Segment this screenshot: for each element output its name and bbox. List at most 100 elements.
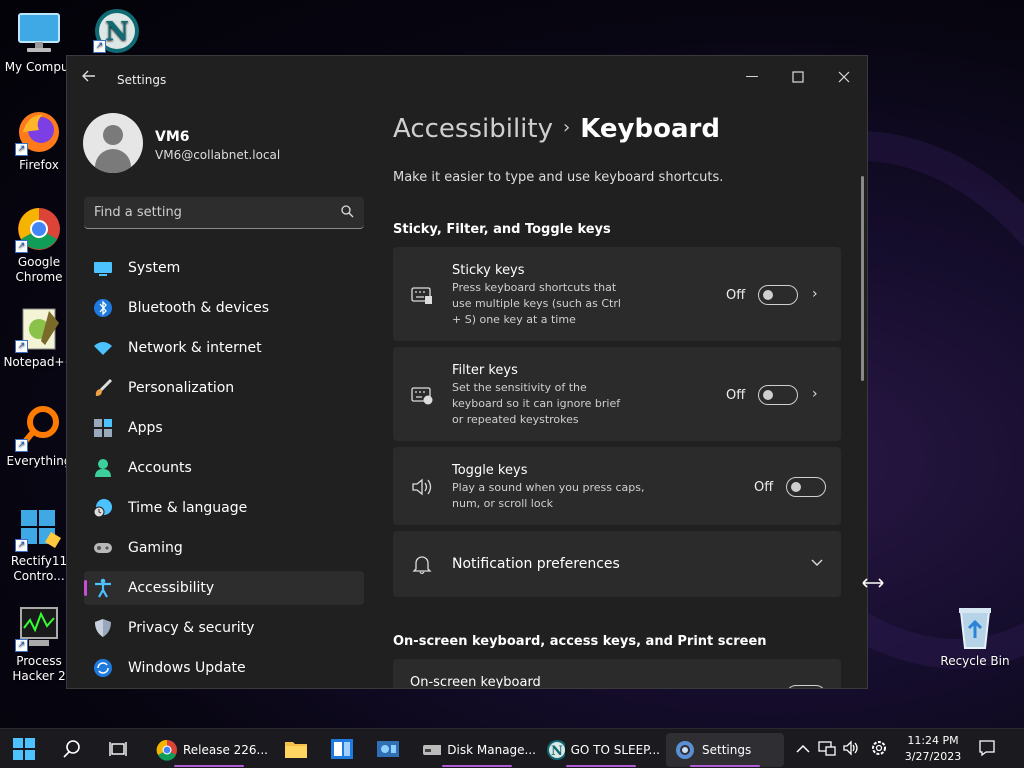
svg-text:N: N bbox=[551, 744, 563, 759]
sidebar-item-privacy[interactable]: Privacy & security bbox=[84, 611, 364, 645]
desktop-icon-label: Recycle Bin bbox=[940, 654, 1010, 668]
filter-keys-toggle[interactable] bbox=[758, 385, 798, 405]
chevron-up-icon[interactable] bbox=[796, 739, 814, 757]
remote-desktop-icon bbox=[377, 741, 399, 757]
toggle-keys-title: Toggle keys bbox=[452, 463, 528, 478]
network-icon[interactable] bbox=[818, 739, 836, 757]
section-heading: On-screen keyboard, access keys, and Pri… bbox=[393, 634, 767, 649]
search-input[interactable] bbox=[84, 197, 324, 227]
desktop-icon-recycle-bin[interactable]: Recycle Bin bbox=[936, 604, 1014, 669]
taskbar-app-blue[interactable] bbox=[326, 733, 358, 765]
disk-management-icon bbox=[423, 745, 442, 755]
filter-keys-card[interactable]: Filter keys Set the sensitivity of the k… bbox=[393, 347, 841, 441]
search-icon[interactable] bbox=[341, 205, 354, 218]
shield-icon bbox=[93, 618, 113, 638]
sidebar-item-windows-update[interactable]: Windows Update bbox=[84, 651, 364, 685]
breadcrumb-parent[interactable]: Accessibility bbox=[393, 114, 553, 144]
sidebar-item-apps[interactable]: Apps bbox=[84, 411, 364, 445]
process-hacker-icon: ↗ bbox=[15, 604, 63, 652]
sidebar-item-label: Privacy & security bbox=[128, 620, 255, 636]
sidebar-item-system[interactable]: System bbox=[84, 251, 364, 285]
firefox-icon: ↗ bbox=[15, 108, 63, 156]
sidebar-item-accounts[interactable]: Accounts bbox=[84, 451, 364, 485]
settings-window: Settings — VM6 VM6@collabnet.local Syste… bbox=[66, 55, 868, 689]
notification-preferences-card[interactable]: Notification preferences bbox=[393, 531, 841, 597]
filter-keys-state: Off bbox=[726, 388, 746, 403]
avatar[interactable] bbox=[83, 113, 143, 173]
onscreen-keyboard-card[interactable]: On-screen keyboard bbox=[393, 659, 841, 689]
toggle-keys-toggle[interactable] bbox=[786, 477, 826, 497]
sticky-keys-toggle[interactable] bbox=[758, 285, 798, 305]
sticky-keys-icon bbox=[411, 287, 432, 304]
sidebar-item-label: Time & language bbox=[128, 500, 248, 516]
taskbar-app-label: Settings bbox=[702, 743, 752, 757]
start-button[interactable] bbox=[6, 733, 42, 765]
gamepad-icon bbox=[93, 538, 113, 558]
wifi-icon bbox=[93, 338, 113, 358]
sidebar-nav: System Bluetooth & devices Network & int… bbox=[84, 251, 364, 688]
toggle-keys-card[interactable]: Toggle keys Play a sound when you press … bbox=[393, 447, 841, 525]
taskbar-app-file-explorer[interactable] bbox=[280, 733, 312, 765]
sidebar-item-label: Network & internet bbox=[128, 340, 262, 356]
search-icon bbox=[63, 740, 80, 758]
folder-icon bbox=[285, 742, 307, 758]
system-clock[interactable]: 11:24 PM 3/27/2023 bbox=[898, 733, 968, 765]
search-box bbox=[84, 197, 364, 229]
breadcrumb: Accessibility › Keyboard bbox=[393, 114, 720, 144]
toggle-keys-state: Off bbox=[754, 480, 774, 495]
task-view-button[interactable] bbox=[100, 733, 136, 765]
page-subtitle: Make it easier to type and use keyboard … bbox=[393, 170, 724, 185]
sticky-keys-state: Off bbox=[726, 288, 746, 303]
onscreen-keyboard-toggle[interactable] bbox=[786, 685, 826, 688]
rectify11-icon: ↗ bbox=[15, 504, 63, 552]
recycle-bin-icon bbox=[951, 604, 999, 652]
system-icon bbox=[93, 258, 113, 278]
onscreen-keyboard-title: On-screen keyboard bbox=[410, 675, 541, 689]
sidebar-item-label: Accessibility bbox=[128, 580, 215, 596]
sidebar-item-accessibility[interactable]: Accessibility bbox=[84, 571, 364, 605]
apps-icon bbox=[93, 418, 113, 438]
task-view-icon bbox=[109, 742, 127, 756]
sidebar-item-time-language[interactable]: Time & language bbox=[84, 491, 364, 525]
sidebar-item-bluetooth[interactable]: Bluetooth & devices bbox=[84, 291, 364, 325]
taskbar-app-settings[interactable]: Settings bbox=[666, 733, 784, 767]
scrollbar[interactable] bbox=[861, 176, 864, 381]
taskbar-app-chrome[interactable]: Release 226... bbox=[150, 733, 268, 767]
sidebar-item-network[interactable]: Network & internet bbox=[84, 331, 364, 365]
update-icon bbox=[93, 658, 113, 678]
sticky-keys-desc: Press keyboard shortcuts that use multip… bbox=[452, 281, 621, 326]
taskbar-app-disk-management[interactable]: Disk Manage... bbox=[418, 733, 536, 767]
netscape-icon: N bbox=[547, 740, 565, 760]
sidebar-item-gaming[interactable]: Gaming bbox=[84, 531, 364, 565]
page-title: Keyboard bbox=[580, 114, 720, 144]
back-button[interactable] bbox=[81, 68, 101, 88]
taskbar-app-remote[interactable] bbox=[372, 733, 404, 765]
volume-icon[interactable] bbox=[842, 739, 860, 757]
clock-date: 3/27/2023 bbox=[904, 750, 962, 763]
profile-email: VM6@collabnet.local bbox=[155, 148, 281, 162]
settings-gear-icon bbox=[676, 741, 694, 759]
speaker-icon bbox=[412, 478, 432, 496]
taskbar-app-label: Release 226... bbox=[182, 743, 268, 757]
sidebar-item-label: Bluetooth & devices bbox=[128, 300, 270, 316]
sticky-keys-card[interactable]: Sticky keys Press keyboard shortcuts tha… bbox=[393, 247, 841, 341]
notification-preferences-title: Notification preferences bbox=[452, 556, 620, 572]
svg-text:N: N bbox=[105, 17, 129, 47]
taskbar-search-button[interactable] bbox=[54, 733, 90, 765]
bluetooth-icon bbox=[93, 298, 113, 318]
sidebar-item-label: Gaming bbox=[128, 540, 183, 556]
sticky-keys-title: Sticky keys bbox=[452, 263, 525, 278]
gear-icon[interactable] bbox=[870, 739, 888, 757]
person-icon bbox=[93, 458, 113, 478]
monitor-icon bbox=[15, 10, 63, 58]
everything-search-icon: ↗ bbox=[15, 404, 63, 452]
taskbar: Release 226... Disk Manage... N GO TO SL… bbox=[0, 728, 1024, 768]
netscape-icon: N ↗ bbox=[93, 5, 141, 53]
notification-center-icon[interactable] bbox=[978, 739, 996, 757]
desktop-icon-netscape[interactable]: N ↗ bbox=[78, 5, 156, 55]
sidebar-item-personalization[interactable]: Personalization bbox=[84, 371, 364, 405]
bell-icon bbox=[412, 556, 432, 575]
chevron-right-icon: › bbox=[812, 286, 818, 302]
window-title: Settings bbox=[117, 73, 167, 87]
taskbar-app-netscape[interactable]: N GO TO SLEEP... bbox=[542, 733, 660, 767]
